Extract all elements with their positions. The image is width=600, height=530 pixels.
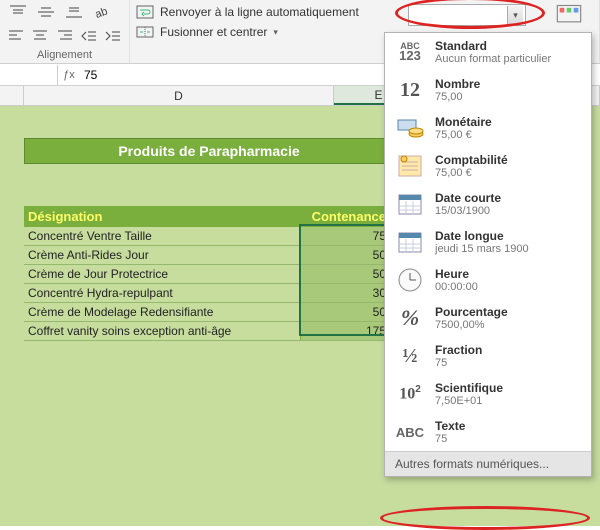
formula-value[interactable]: 75 bbox=[80, 68, 97, 82]
format-title: Pourcentage bbox=[435, 305, 508, 319]
table-row[interactable]: Coffret vanity soins exception anti-âge1… bbox=[24, 322, 394, 341]
format-icon bbox=[393, 113, 427, 143]
orientation-icon[interactable]: ab bbox=[90, 2, 114, 22]
table-row[interactable]: Crème de Jour Protectrice50 bbox=[24, 265, 394, 284]
cell-designation[interactable]: Crème de Modelage Redensifiante bbox=[24, 303, 300, 321]
more-number-formats[interactable]: Autres formats numériques... bbox=[385, 451, 591, 476]
header-contenance: Contenance bbox=[300, 206, 394, 227]
name-box[interactable] bbox=[0, 65, 58, 85]
cell-contenance[interactable]: 175 bbox=[300, 322, 394, 340]
format-icon: 12 bbox=[393, 75, 427, 105]
format-icon bbox=[393, 265, 427, 295]
conditional-format-icon[interactable] bbox=[555, 4, 583, 28]
format-sample: 75,00 € bbox=[435, 167, 508, 179]
product-table: Désignation Contenance Concentré Ventre … bbox=[24, 206, 394, 341]
format-option-heure[interactable]: Heure00:00:00 bbox=[385, 261, 591, 299]
format-title: Heure bbox=[435, 267, 478, 281]
format-sample: jeudi 15 mars 1900 bbox=[435, 243, 529, 255]
format-title: Nombre bbox=[435, 77, 480, 91]
format-icon: ½ bbox=[393, 341, 427, 371]
cell-contenance[interactable]: 50 bbox=[300, 303, 394, 321]
format-option-texte[interactable]: ABC Texte75 bbox=[385, 413, 591, 451]
format-title: Texte bbox=[435, 419, 465, 433]
table-row[interactable]: Concentré Hydra-repulpant30 bbox=[24, 284, 394, 303]
cell-designation[interactable]: Crème de Jour Protectrice bbox=[24, 265, 300, 283]
format-sample: 75 bbox=[435, 357, 482, 369]
cell-designation[interactable]: Concentré Hydra-repulpant bbox=[24, 284, 300, 302]
svg-text:ab: ab bbox=[94, 6, 110, 20]
table-row[interactable]: Crème Anti-Rides Jour50 bbox=[24, 246, 394, 265]
format-option-monétaire[interactable]: Monétaire75,00 € bbox=[385, 109, 591, 147]
decrease-indent-icon[interactable] bbox=[79, 26, 99, 46]
chevron-down-icon: ▾ bbox=[273, 27, 278, 38]
format-option-date-courte[interactable]: Date courte15/03/1900 bbox=[385, 185, 591, 223]
format-option-pourcentage[interactable]: % Pourcentage7500,00% bbox=[385, 299, 591, 337]
format-title: Date courte bbox=[435, 191, 501, 205]
increase-indent-icon[interactable] bbox=[103, 26, 123, 46]
format-sample: 75,00 € bbox=[435, 129, 492, 141]
cell-contenance[interactable]: 50 bbox=[300, 265, 394, 283]
cell-contenance[interactable]: 50 bbox=[300, 246, 394, 264]
number-format-dropdown: ABC123 StandardAucun format particulier 12… bbox=[384, 32, 592, 477]
fx-icon[interactable]: ƒx bbox=[58, 69, 80, 81]
table-row[interactable]: Concentré Ventre Taille75 bbox=[24, 227, 394, 246]
format-icon: 102 bbox=[393, 379, 427, 409]
cell-designation[interactable]: Crème Anti-Rides Jour bbox=[24, 246, 300, 264]
format-title: Fraction bbox=[435, 343, 482, 357]
cell-designation[interactable]: Concentré Ventre Taille bbox=[24, 227, 300, 245]
format-option-scientifique[interactable]: 102 Scientifique7,50E+01 bbox=[385, 375, 591, 413]
chevron-down-icon[interactable]: ▾ bbox=[507, 6, 523, 24]
align-right-icon[interactable] bbox=[54, 26, 74, 46]
column-header-d[interactable]: D bbox=[24, 86, 334, 105]
wrap-text-label: Renvoyer à la ligne automatiquement bbox=[160, 5, 359, 19]
format-sample: Aucun format particulier bbox=[435, 53, 551, 65]
format-option-nombre[interactable]: 12 Nombre75,00 bbox=[385, 71, 591, 109]
table-row[interactable]: Crème de Modelage Redensifiante50 bbox=[24, 303, 394, 322]
format-icon: ABC bbox=[393, 417, 427, 447]
cell-contenance[interactable]: 75 bbox=[300, 227, 394, 245]
format-sample: 00:00:00 bbox=[435, 281, 478, 293]
format-option-date-longue[interactable]: Date longuejeudi 15 mars 1900 bbox=[385, 223, 591, 261]
format-title: Date longue bbox=[435, 229, 529, 243]
align-center-icon[interactable] bbox=[30, 26, 50, 46]
table-header-row: Désignation Contenance bbox=[24, 206, 394, 227]
format-option-standard[interactable]: ABC123 StandardAucun format particulier bbox=[385, 33, 591, 71]
format-sample: 7500,00% bbox=[435, 319, 508, 331]
title-banner: Produits de Parapharmacie bbox=[24, 138, 394, 164]
format-title: Standard bbox=[435, 39, 551, 53]
format-icon: ABC123 bbox=[393, 37, 427, 67]
format-option-fraction[interactable]: ½ Fraction75 bbox=[385, 337, 591, 375]
align-middle-icon[interactable] bbox=[34, 2, 58, 22]
format-sample: 75,00 bbox=[435, 91, 480, 103]
cell-contenance[interactable]: 30 bbox=[300, 284, 394, 302]
alignment-group-label: Alignement bbox=[6, 49, 123, 63]
format-icon bbox=[393, 189, 427, 219]
merge-center-label: Fusionner et centrer bbox=[160, 25, 267, 39]
format-sample: 75 bbox=[435, 433, 465, 445]
format-sample: 7,50E+01 bbox=[435, 395, 503, 407]
alignment-group: ab Alignement bbox=[0, 0, 130, 63]
number-format-selector[interactable]: ▾ bbox=[408, 4, 526, 26]
format-title: Scientifique bbox=[435, 381, 503, 395]
format-title: Comptabilité bbox=[435, 153, 508, 167]
align-top-icon[interactable] bbox=[6, 2, 30, 22]
align-bottom-icon[interactable] bbox=[62, 2, 86, 22]
format-icon bbox=[393, 227, 427, 257]
header-designation: Désignation bbox=[24, 206, 300, 227]
format-icon bbox=[393, 151, 427, 181]
format-sample: 15/03/1900 bbox=[435, 205, 501, 217]
format-icon: % bbox=[393, 303, 427, 333]
cell-designation[interactable]: Coffret vanity soins exception anti-âge bbox=[24, 322, 300, 340]
align-left-icon[interactable] bbox=[6, 26, 26, 46]
format-title: Monétaire bbox=[435, 115, 492, 129]
format-option-comptabilité[interactable]: Comptabilité75,00 € bbox=[385, 147, 591, 185]
